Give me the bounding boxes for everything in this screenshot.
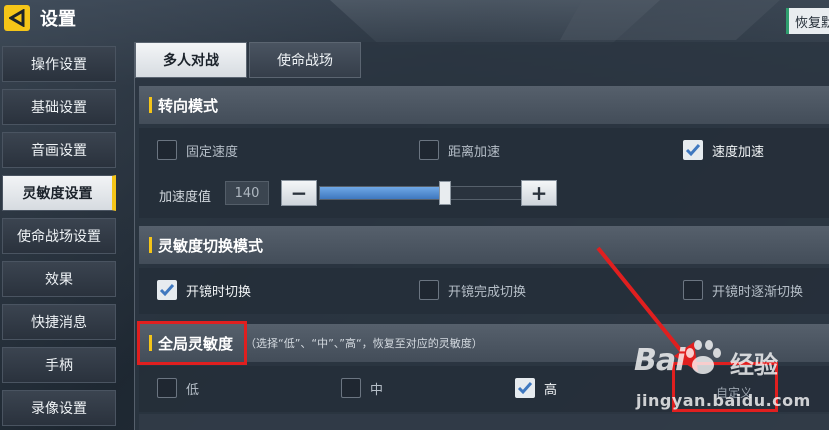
tab-battle-royale[interactable]: 使命战场	[249, 42, 361, 78]
checkbox[interactable]	[157, 378, 177, 398]
option-label: 速度加速	[712, 144, 765, 160]
option-label: 开镜时逐渐切换	[712, 284, 804, 300]
option-scope-switch[interactable]: 开镜时切换	[157, 280, 251, 300]
accel-value-field[interactable]: 140	[225, 181, 269, 205]
option-label: 低	[186, 382, 200, 398]
mode-tabs: 多人对战 使命战场	[135, 42, 363, 80]
option-fixed-speed[interactable]: 固定速度	[157, 140, 238, 160]
option-label: 中	[370, 382, 384, 398]
section-title: 转向模式	[158, 96, 219, 115]
section-turn-mode: 转向模式	[139, 86, 829, 124]
decrease-button[interactable]: −	[281, 180, 317, 206]
page-title: 设置	[40, 9, 76, 30]
slider-fill	[320, 187, 446, 199]
section-marker	[149, 97, 152, 113]
paw-icon	[686, 340, 721, 374]
option-label: 开镜时切换	[186, 284, 252, 300]
option-speed-accel[interactable]: 速度加速	[683, 140, 764, 160]
checkmark-icon	[517, 382, 533, 395]
option-low[interactable]: 低	[157, 378, 199, 398]
section-title: 灵敏度切换模式	[158, 236, 264, 255]
checkbox[interactable]	[341, 378, 361, 398]
checkmark-icon	[685, 144, 701, 157]
watermark-logo-text: Bai	[634, 343, 685, 378]
turn-mode-options: 固定速度 距离加速 速度加速	[139, 128, 829, 174]
sidebar-item-quick-messages[interactable]: 快捷消息	[2, 304, 116, 340]
sidebar-item-controller[interactable]: 手柄	[2, 347, 116, 383]
tab-multiplayer[interactable]: 多人对战	[135, 42, 247, 78]
section-marker	[149, 237, 152, 253]
checkbox-checked[interactable]	[157, 280, 177, 300]
sidebar-item-basic[interactable]: 基础设置	[2, 89, 116, 125]
accel-slider[interactable]	[319, 181, 523, 205]
section-hint: （选择“低”、“中”、”高“，恢复至对应的灵敏度）	[245, 337, 483, 350]
checkmark-icon	[159, 284, 175, 297]
annotation-box-global-sensitivity	[137, 321, 247, 365]
accel-row: 加速度值 140 − +	[139, 174, 829, 218]
option-label: 高	[544, 382, 558, 398]
increase-button[interactable]: +	[521, 180, 557, 206]
option-distance-accel[interactable]: 距离加速	[419, 140, 500, 160]
sidebar-item-audio-video[interactable]: 音画设置	[2, 132, 116, 168]
option-label: 开镜完成切换	[448, 284, 527, 300]
sidebar-item-operation[interactable]: 操作设置	[2, 46, 116, 82]
sidebar-item-effects[interactable]: 效果	[2, 261, 116, 297]
checkbox-checked[interactable]	[515, 378, 535, 398]
back-arrow-icon	[9, 9, 25, 27]
switch-mode-options: 开镜时切换 开镜完成切换 开镜时逐渐切换	[139, 268, 829, 314]
checkbox[interactable]	[157, 140, 177, 160]
checkbox[interactable]	[419, 140, 439, 160]
section-switch-mode: 灵敏度切换模式	[139, 226, 829, 264]
option-label: 距离加速	[448, 144, 501, 160]
checkbox-checked[interactable]	[683, 140, 703, 160]
checkbox[interactable]	[419, 280, 439, 300]
baidu-watermark: Bai 经验 jingyan.baidu.com	[634, 340, 824, 423]
option-label: 固定速度	[186, 144, 239, 160]
back-button[interactable]	[4, 5, 30, 31]
option-scope-complete-switch[interactable]: 开镜完成切换	[419, 280, 526, 300]
option-medium[interactable]: 中	[341, 378, 383, 398]
sidebar-item-sensitivity[interactable]: 灵敏度设置	[2, 175, 116, 211]
restore-default-button[interactable]: 恢复默	[786, 8, 829, 34]
watermark-url: jingyan.baidu.com	[636, 391, 811, 410]
accel-label: 加速度值	[159, 190, 212, 205]
slider-thumb[interactable]	[439, 181, 452, 205]
option-high[interactable]: 高	[515, 378, 557, 398]
sidebar-item-battle-royale[interactable]: 使命战场设置	[2, 218, 116, 254]
sidebar-item-recording[interactable]: 录像设置	[2, 390, 116, 426]
watermark-cn-text: 经验	[730, 351, 778, 379]
